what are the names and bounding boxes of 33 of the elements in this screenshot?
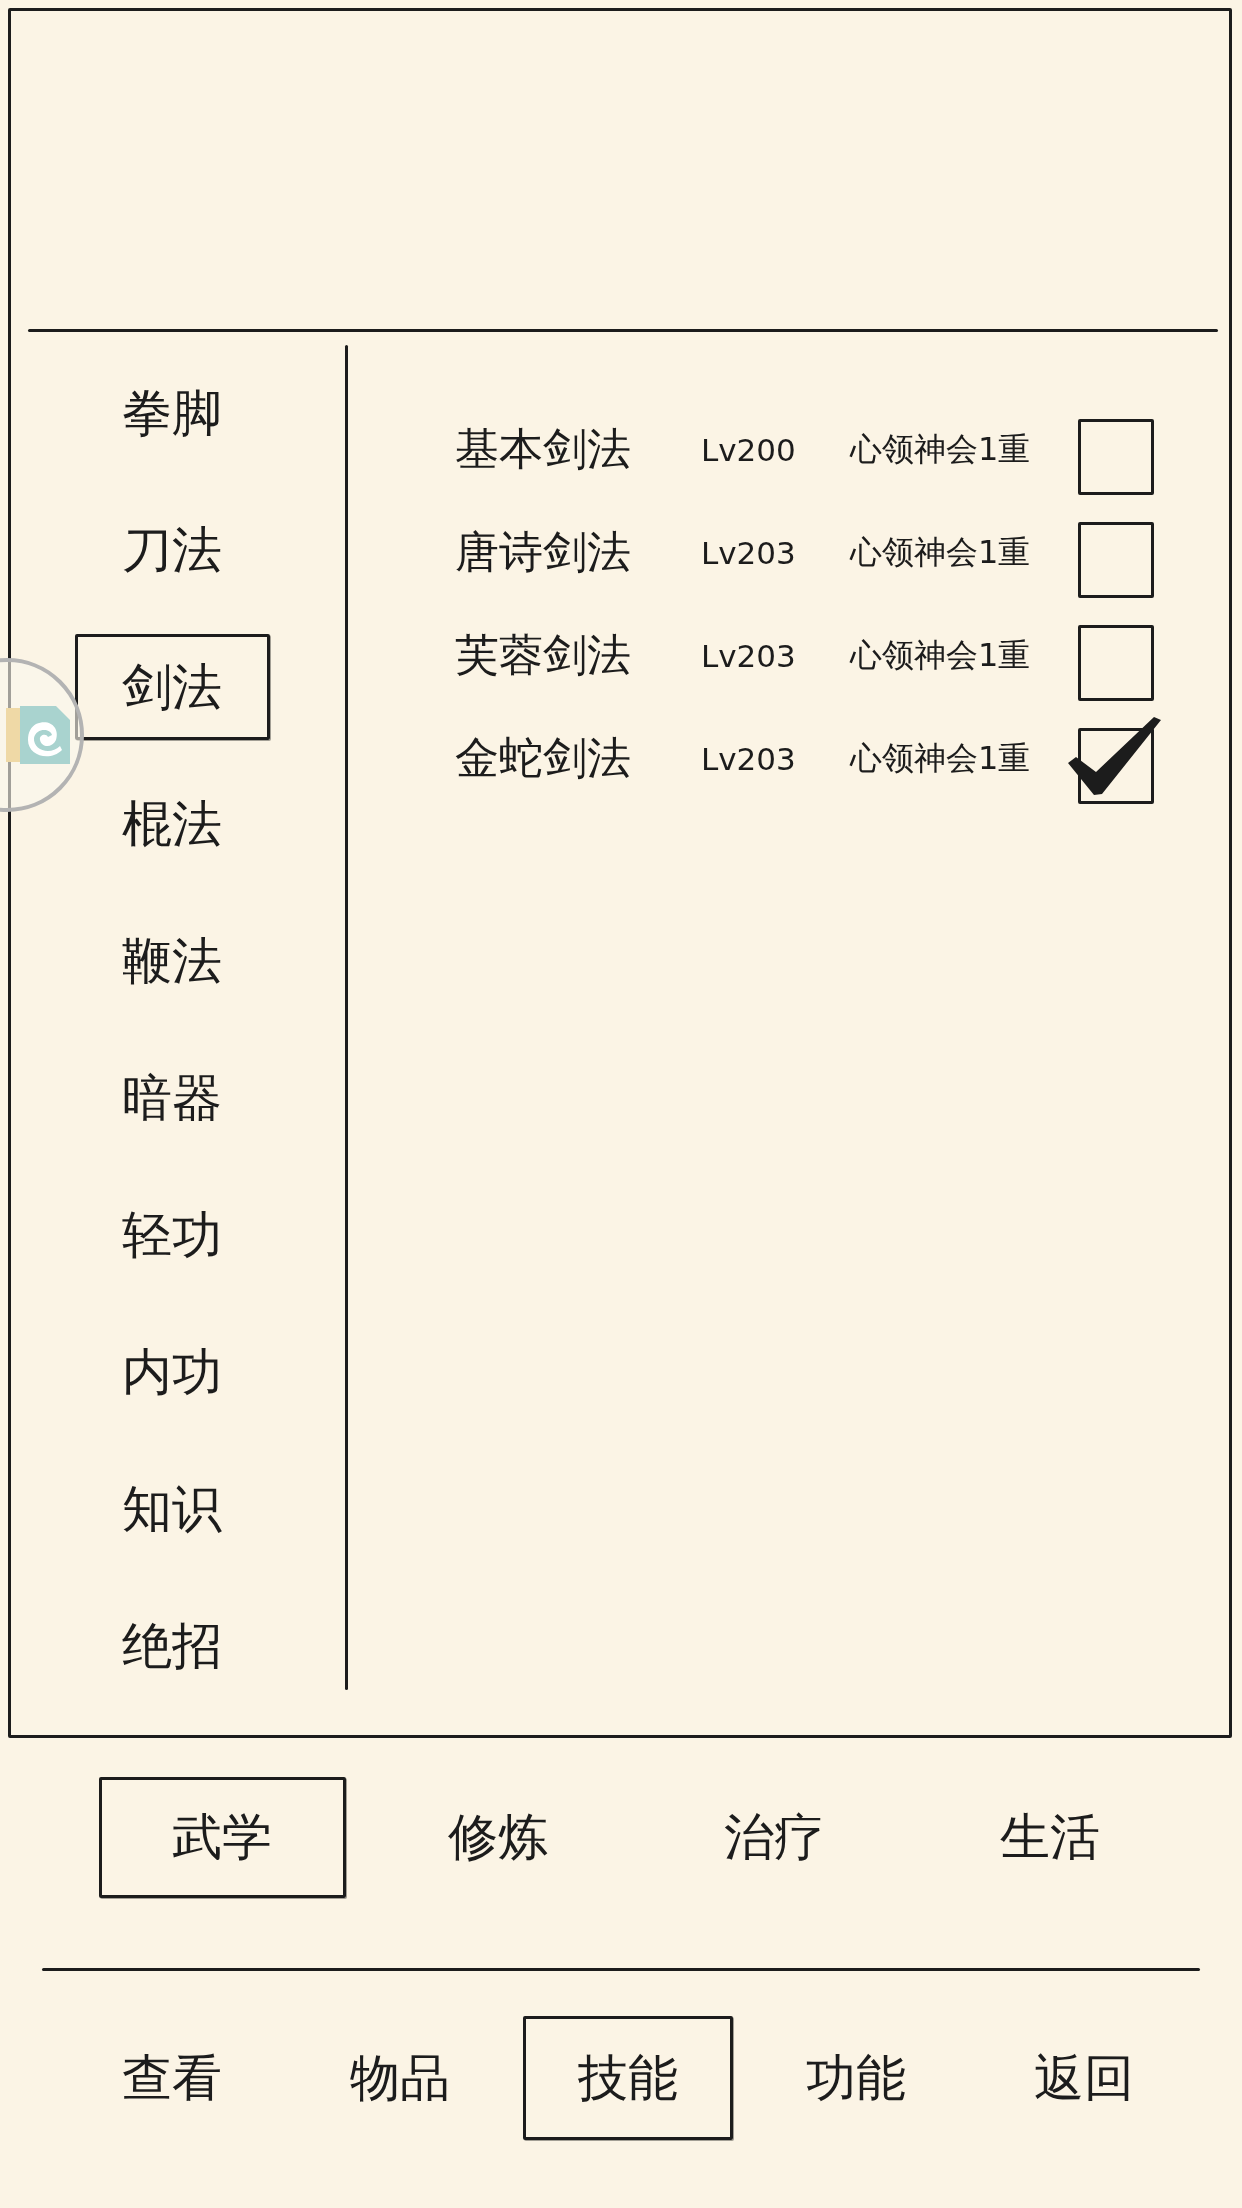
skill-name: 唐诗剑法 — [455, 525, 632, 579]
section-tab[interactable]: 治疗 — [650, 1777, 898, 1898]
category-tab[interactable]: 绝招 — [74, 1593, 270, 1699]
nav-tab[interactable]: 功能 — [751, 2016, 961, 2140]
section-tab[interactable]: 修炼 — [374, 1777, 622, 1898]
skill-level: Lv203 — [701, 534, 797, 571]
mastery-label: 心领神会1重 — [850, 634, 1032, 676]
mastery-label: 心领神会1重 — [850, 428, 1032, 470]
nav-tab[interactable]: 技能 — [523, 2016, 733, 2140]
skill-level: Lv200 — [701, 431, 797, 468]
section-tab[interactable]: 武学 — [98, 1777, 346, 1898]
category-tab[interactable]: 鞭法 — [74, 908, 270, 1014]
category-tab[interactable]: 暗器 — [74, 1045, 270, 1151]
skill-level: Lv203 — [701, 637, 797, 674]
category-tab[interactable]: 知识 — [74, 1456, 270, 1562]
category-tab[interactable]: 拳脚 — [74, 360, 270, 466]
skill-name: 金蛇剑法 — [455, 731, 632, 785]
section-tab[interactable]: 生活 — [926, 1777, 1174, 1898]
nav-tab[interactable]: 查看 — [67, 2016, 277, 2140]
category-tab[interactable]: 刀法 — [74, 497, 270, 603]
mastery-label: 心领神会1重 — [850, 737, 1032, 779]
category-tab[interactable]: 轻功 — [74, 1182, 270, 1288]
check-icon — [1067, 715, 1162, 796]
skill-level: Lv203 — [701, 740, 797, 777]
nav-tab[interactable]: 返回 — [979, 2016, 1189, 2140]
skill-name: 芙蓉剑法 — [455, 628, 632, 682]
skill-name: 基本剑法 — [455, 422, 632, 476]
category-tab[interactable]: 剑法 — [74, 634, 270, 740]
nav-tab[interactable]: 物品 — [295, 2016, 505, 2140]
mastery-label: 心领神会1重 — [850, 531, 1032, 573]
category-tab[interactable]: 内功 — [74, 1319, 270, 1425]
category-tab[interactable]: 棍法 — [74, 771, 270, 877]
checkbox[interactable] — [1067, 715, 1162, 804]
